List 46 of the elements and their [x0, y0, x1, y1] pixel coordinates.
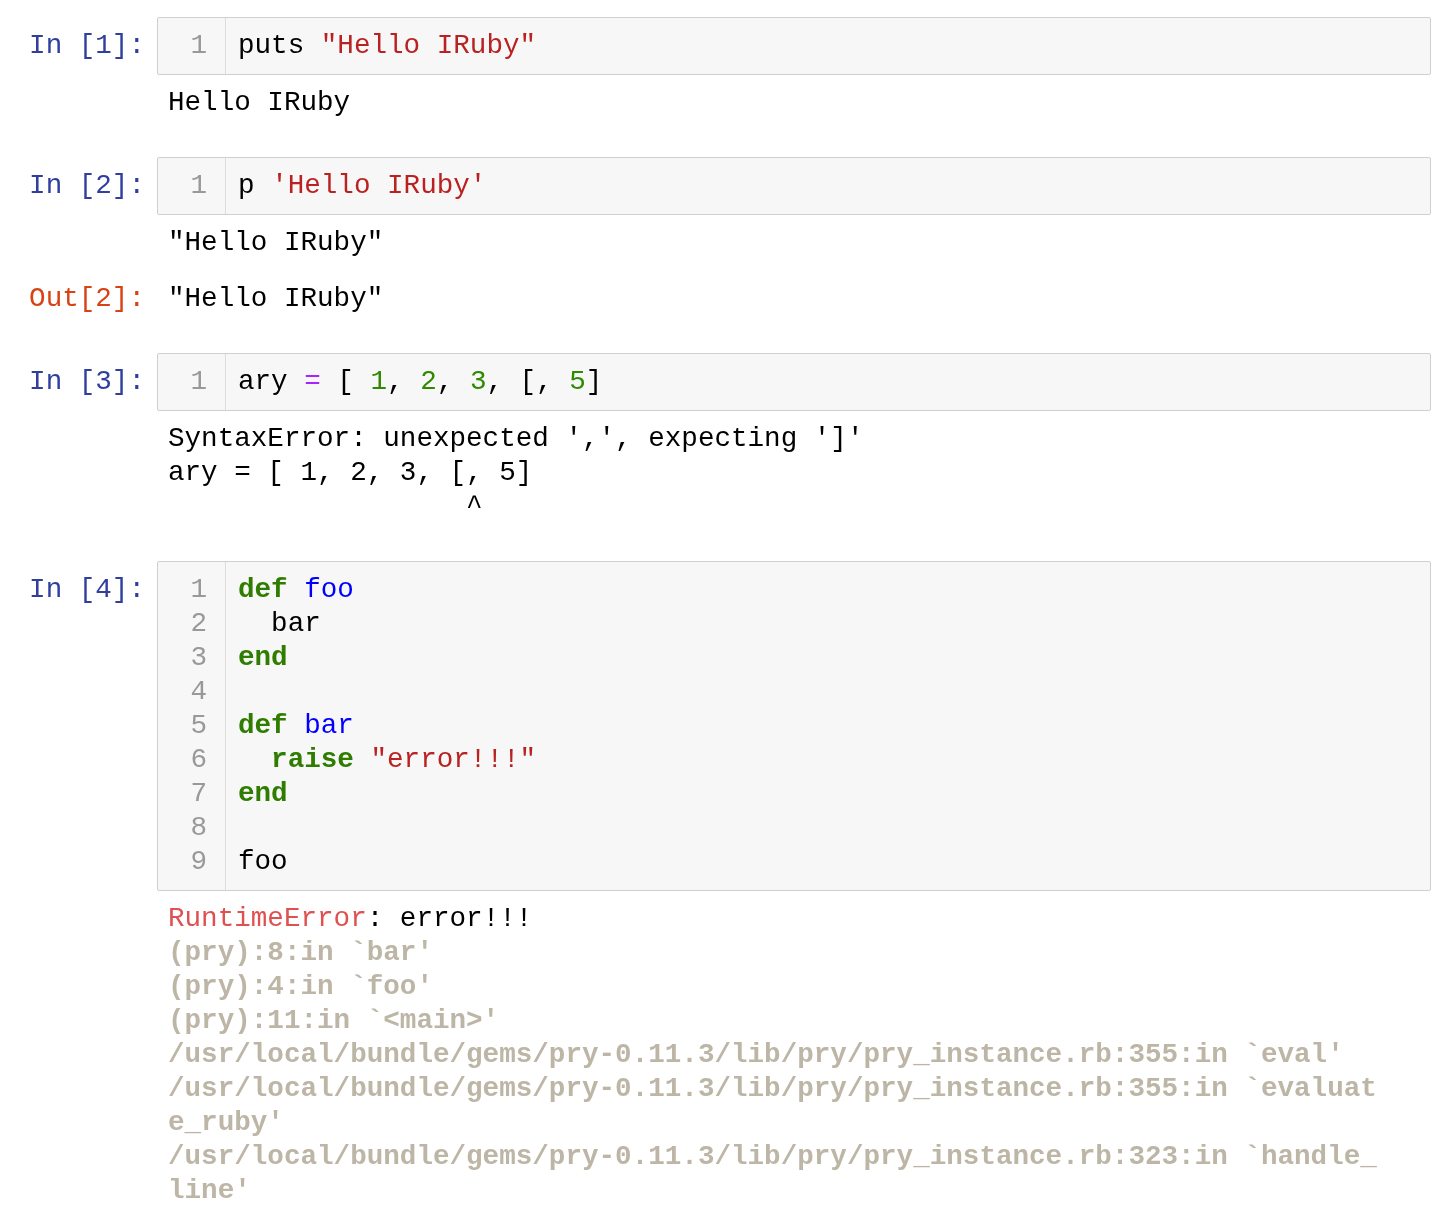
- line-number: 8: [190, 811, 207, 845]
- line-number: 6: [190, 743, 207, 777]
- line-number: 1: [190, 29, 207, 63]
- line-number: 1: [190, 169, 207, 203]
- traceback-line: line': [168, 1174, 251, 1208]
- traceback-line: /usr/local/bundle/gems/pry-0.11.3/lib/pry/pry_instance.rb:355:in `evaluat: [168, 1072, 1377, 1106]
- code-editor[interactable]: 1 2 3 4 5 6 7 8 9 def foo bar end def bar raise "error!!!" end foo: [157, 561, 1431, 891]
- traceback-line: /usr/local/bundle/gems/pry-0.11.3/lib/pry/pry_instance.rb:323:in `handle_: [168, 1140, 1377, 1174]
- code-line: def bar: [238, 709, 354, 743]
- code-line: puts "Hello IRuby": [238, 29, 537, 63]
- input-prompt: In [4]:: [29, 574, 145, 605]
- input-prompt: In [2]:: [29, 170, 145, 201]
- output-line: ary = [ 1, 2, 3, [, 5]: [168, 456, 533, 490]
- code-line: def foo: [238, 573, 354, 607]
- code-editor[interactable]: 1 puts "Hello IRuby": [157, 17, 1431, 75]
- line-number: 9: [190, 845, 207, 879]
- traceback-line: (pry):11:in `<main>': [168, 1004, 500, 1038]
- code-line: end: [238, 641, 288, 675]
- output-prompt: Out[2]:: [29, 283, 145, 314]
- output-line: "Hello IRuby": [168, 226, 384, 260]
- traceback-line: e_ruby': [168, 1106, 284, 1140]
- code-editor[interactable]: 1 ary = [ 1, 2, 3, [, 5]: [157, 353, 1431, 411]
- traceback-line: (pry):4:in `foo': [168, 970, 433, 1004]
- line-number: 2: [190, 607, 207, 641]
- code-editor[interactable]: 1 p 'Hello IRuby': [157, 157, 1431, 215]
- code-line: ary = [ 1, 2, 3, [, 5]: [238, 365, 603, 399]
- code-line: foo: [238, 845, 288, 879]
- output-line: SyntaxError: unexpected ',', expecting ']': [168, 422, 864, 456]
- traceback-line: /usr/local/bundle/gems/pry-0.11.3/lib/pry/pry_instance.rb:355:in `eval': [168, 1038, 1344, 1072]
- code-line: raise "error!!!": [270, 743, 537, 777]
- line-number: 3: [190, 641, 207, 675]
- line-number: 7: [190, 777, 207, 811]
- code-line: p 'Hello IRuby': [238, 169, 487, 203]
- output-line: "Hello IRuby": [168, 282, 384, 316]
- line-number: 1: [190, 573, 207, 607]
- input-prompt: In [3]:: [29, 366, 145, 397]
- error-message: RuntimeError: error!!!: [168, 902, 533, 936]
- line-number: 4: [190, 675, 207, 709]
- output-line: ^: [465, 490, 483, 524]
- code-line: end: [238, 777, 288, 811]
- traceback-line: (pry):8:in `bar': [168, 936, 433, 970]
- output-line: Hello IRuby: [168, 86, 351, 120]
- input-prompt: In [1]:: [29, 30, 145, 61]
- line-number: 5: [190, 709, 207, 743]
- line-number: 1: [190, 365, 207, 399]
- code-line: bar: [270, 607, 321, 641]
